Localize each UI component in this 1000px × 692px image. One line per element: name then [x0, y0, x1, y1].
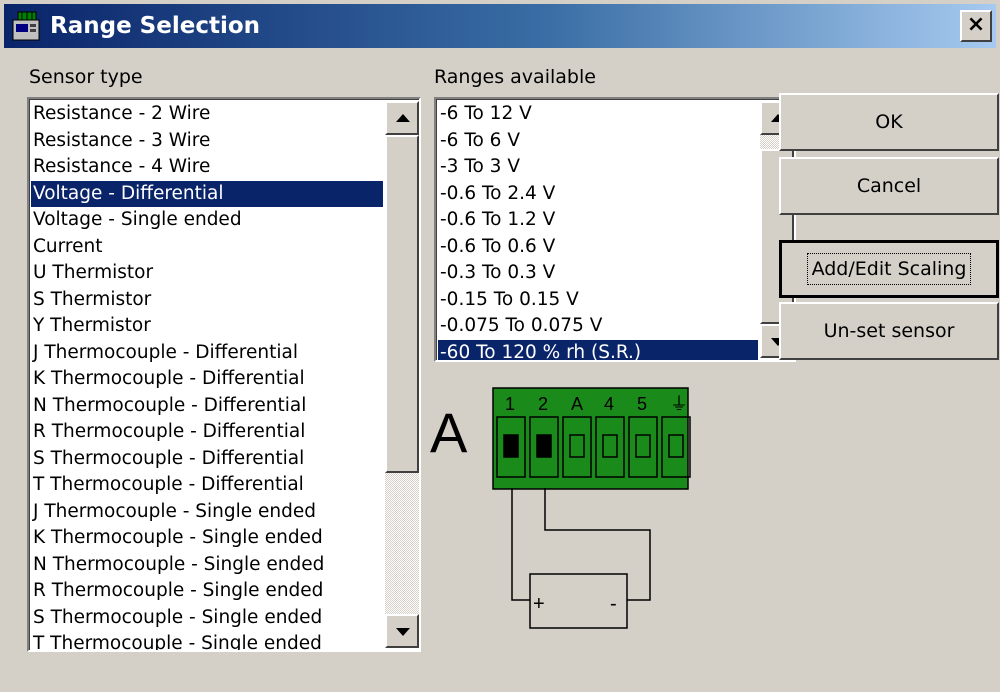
range-list-item[interactable]: -3 To 3 V: [438, 154, 758, 181]
arrow-down-icon: [396, 628, 410, 636]
arrow-up-icon: [396, 114, 410, 122]
title-bar[interactable]: Range Selection ×: [4, 4, 996, 48]
sensor-type-list-item[interactable]: N Thermocouple - Single ended: [31, 552, 383, 579]
unset-sensor-button[interactable]: Un-set sensor: [779, 302, 999, 360]
sensor-type-list-item[interactable]: Resistance - 3 Wire: [31, 128, 383, 155]
sensor-type-list-item[interactable]: S Thermistor: [31, 287, 383, 314]
terminal-label: 4: [604, 394, 614, 414]
sensor-type-scrollbar[interactable]: [385, 101, 419, 648]
range-list-item[interactable]: -60 To 120 % rh (S.R.): [438, 339, 758, 360]
range-list-item[interactable]: -6 To 6 V: [438, 128, 758, 155]
wiring-diagram: A 1 2 A 4 5 ⏚ + -: [430, 387, 691, 629]
sensor-type-list-item[interactable]: J Thermocouple - Differential: [31, 340, 383, 367]
add-edit-scaling-button[interactable]: Add/Edit Scaling: [779, 240, 999, 298]
app-icon: [12, 11, 40, 41]
sensor-type-list-item[interactable]: K Thermocouple - Differential: [31, 366, 383, 393]
terminal-screw-used: [503, 434, 519, 458]
sensor-type-list-item[interactable]: T Thermocouple - Single ended: [31, 631, 383, 650]
sensor-type-label: Sensor type: [29, 66, 143, 88]
close-button[interactable]: ×: [960, 10, 992, 42]
sensor-type-list-item[interactable]: Current: [31, 234, 383, 261]
window-title: Range Selection: [50, 13, 261, 39]
sensor-type-list-item[interactable]: Voltage - Differential: [31, 180, 383, 207]
sensor-type-list-item[interactable]: Voltage - Single ended: [31, 207, 383, 234]
ok-button[interactable]: OK: [779, 93, 999, 151]
range-list-item[interactable]: -0.15 To 0.15 V: [438, 287, 758, 314]
sensor-type-list-item[interactable]: R Thermocouple - Differential: [31, 419, 383, 446]
sensor-type-list-item[interactable]: Y Thermistor: [31, 313, 383, 340]
sensor-type-list-item[interactable]: S Thermocouple - Single ended: [31, 605, 383, 632]
wire-terminal-2: [544, 488, 651, 601]
wire-terminal-1: [511, 488, 530, 601]
sensor-type-list-item[interactable]: U Thermistor: [31, 260, 383, 287]
range-list-item[interactable]: -0.6 To 0.6 V: [438, 234, 758, 261]
terminal-label: 1: [505, 394, 515, 414]
terminal-label: ⏚: [670, 394, 688, 414]
channel-letter: A: [430, 401, 468, 464]
range-list-item[interactable]: -0.3 To 0.3 V: [438, 260, 758, 287]
sensor-type-list-item[interactable]: Resistance - 4 Wire: [31, 154, 383, 181]
close-icon: ×: [966, 12, 986, 37]
plus-label: +: [533, 593, 545, 615]
sensor-type-list-item[interactable]: R Thermocouple - Single ended: [31, 578, 383, 605]
terminal-label: 5: [637, 394, 647, 414]
sensor-type-list-item[interactable]: Resistance - 2 Wire: [31, 101, 383, 128]
sensor-scroll-up-button[interactable]: [385, 101, 419, 135]
sensor-scroll-down-button[interactable]: [385, 614, 419, 648]
sensor-scroll-thumb[interactable]: [385, 135, 419, 473]
add-edit-scaling-label: Add/Edit Scaling: [806, 253, 972, 285]
terminal-label: 2: [538, 394, 548, 414]
ranges-available-label: Ranges available: [434, 66, 596, 88]
terminal-label: A: [571, 394, 583, 414]
ranges-items: -6 To 12 V -6 To 6 V -3 To 3 V -0.6 To 2.4 …: [438, 101, 758, 360]
cancel-button[interactable]: Cancel: [779, 157, 999, 215]
sensor-type-list-item[interactable]: K Thermocouple - Single ended: [31, 525, 383, 552]
range-list-item[interactable]: -6 To 12 V: [438, 101, 758, 128]
ranges-listbox[interactable]: -6 To 12 V -6 To 6 V -3 To 3 V -0.6 To 2.4 …: [434, 97, 796, 362]
range-list-item[interactable]: -0.075 To 0.075 V: [438, 313, 758, 340]
sensor-type-list-item[interactable]: S Thermocouple - Differential: [31, 446, 383, 473]
sensor-type-listbox[interactable]: Resistance - 2 Wire Resistance - 3 Wire Re…: [27, 97, 421, 652]
sensor-type-list-item[interactable]: T Thermocouple - Differential: [31, 472, 383, 499]
minus-label: -: [610, 593, 617, 615]
sensor-type-list-item[interactable]: N Thermocouple - Differential: [31, 393, 383, 420]
sensor-type-list-item[interactable]: J Thermocouple - Single ended: [31, 499, 383, 526]
terminal-screw-used: [536, 434, 552, 458]
range-list-item[interactable]: -0.6 To 2.4 V: [438, 181, 758, 208]
sensor-type-items: Resistance - 2 Wire Resistance - 3 Wire Re…: [31, 101, 383, 650]
range-list-item[interactable]: -0.6 To 1.2 V: [438, 207, 758, 234]
